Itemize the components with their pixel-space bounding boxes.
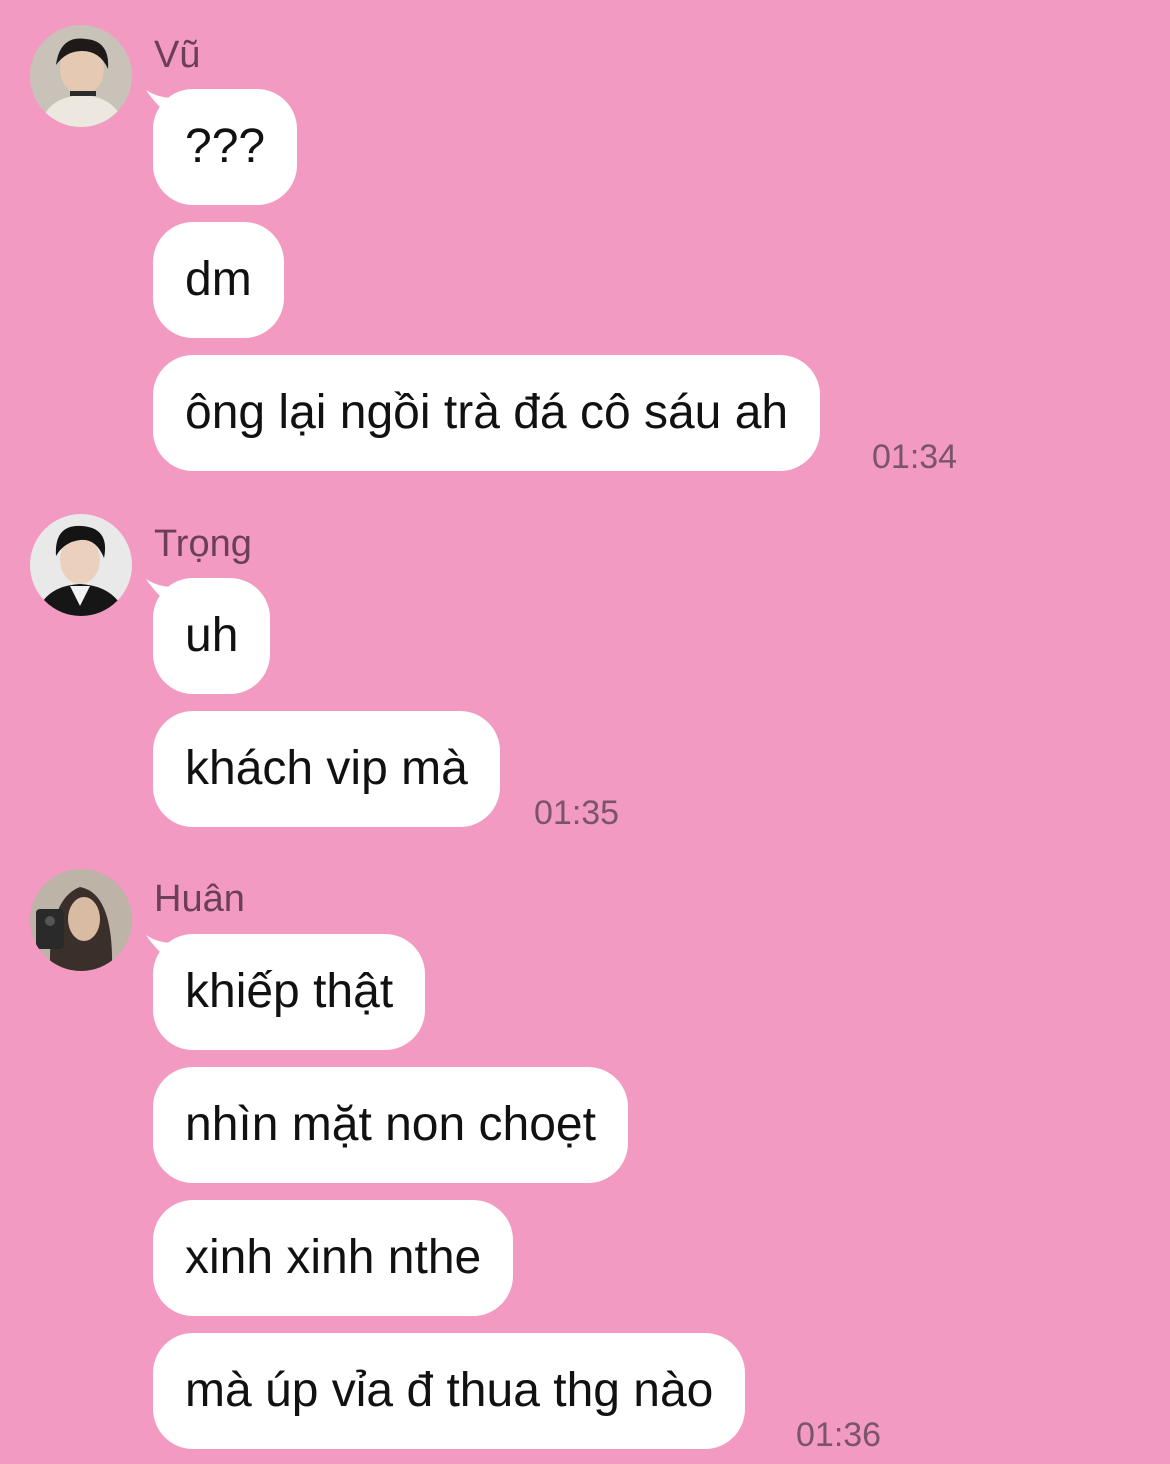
- person-avatar-icon: [30, 25, 132, 127]
- avatar-huan[interactable]: [30, 869, 132, 971]
- message-bubble[interactable]: ông lại ngồi trà đá cô sáu ah: [153, 355, 821, 471]
- sender-name: Vũ: [154, 34, 201, 76]
- sender-name: Trọng: [154, 523, 252, 565]
- sender-name: Huân: [154, 878, 245, 920]
- message-timestamp: 01:34: [872, 438, 958, 476]
- message-bubble[interactable]: xinh xinh nthe: [153, 1200, 514, 1316]
- message-bubble[interactable]: ???: [153, 89, 298, 205]
- message-bubble[interactable]: khiếp thật: [153, 934, 426, 1050]
- avatar-trong[interactable]: [30, 514, 132, 616]
- message-timestamp: 01:36: [796, 1416, 882, 1454]
- message-timestamp: 01:35: [534, 794, 620, 832]
- message-bubble[interactable]: dm: [153, 222, 284, 338]
- person-avatar-icon: [30, 869, 132, 971]
- avatar-vu[interactable]: [30, 25, 132, 127]
- person-avatar-icon: [30, 514, 132, 616]
- message-bubble[interactable]: nhìn mặt non choẹt: [153, 1067, 628, 1183]
- message-bubble[interactable]: khách vip mà: [153, 711, 500, 827]
- message-bubble[interactable]: mà úp vỉa đ thua thg nào: [153, 1333, 746, 1449]
- message-bubble[interactable]: uh: [153, 578, 271, 694]
